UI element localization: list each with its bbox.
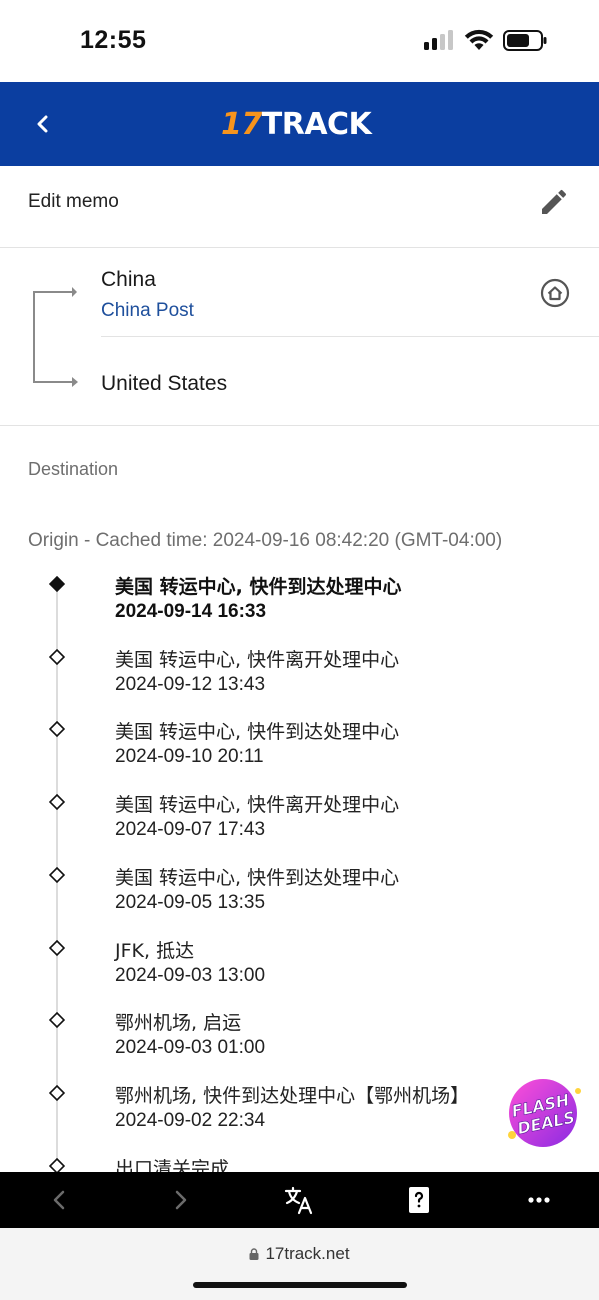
route-divider	[101, 336, 599, 337]
event-time: 2024-09-14 16:33	[115, 601, 267, 622]
route-section: China China Post United States	[0, 248, 599, 426]
edit-memo-label: Edit memo	[28, 191, 119, 212]
event-description: 出口清关完成	[115, 1157, 230, 1172]
event-time: 2024-09-05 13:35	[115, 891, 266, 913]
event-description: 鄂州机场, 启运	[115, 1012, 242, 1035]
timeline-event: 鄂州机场, 启运 2024-09-03 01:00	[0, 1002, 599, 1074]
event-time: 2024-09-12 13:43	[115, 673, 266, 695]
timeline-event: 美国 转运中心, 快件到达处理中心 2024-09-14 16:33	[0, 566, 599, 638]
pencil-icon[interactable]	[538, 186, 570, 218]
diamond-icon	[49, 1157, 65, 1172]
event-description: 美国 转运中心, 快件到达处理中心	[115, 576, 402, 598]
translate-icon[interactable]	[283, 1184, 315, 1216]
event-time: 2024-09-02 22:34	[115, 1109, 266, 1131]
timeline-event: JFK, 抵达 2024-09-03 13:00	[0, 930, 599, 1002]
lock-icon	[249, 1248, 259, 1260]
destination-label[interactable]: Destination	[28, 459, 118, 480]
status-time: 12:55	[80, 26, 147, 54]
timeline-event: 美国 转运中心, 快件离开处理中心 2024-09-12 13:43	[0, 639, 599, 711]
diamond-icon	[49, 939, 65, 956]
origin-cached-time: Origin - Cached time: 2024-09-16 08:42:2…	[28, 530, 503, 551]
browser-toolbar	[0, 1172, 599, 1228]
event-time: 2024-09-10 20:11	[115, 746, 264, 768]
back-chevron-icon[interactable]	[24, 104, 64, 144]
destination-country: United States	[101, 372, 228, 395]
logo-word: TRACK	[261, 106, 372, 142]
timeline-event: 美国 转运中心, 快件到达处理中心 2024-09-05 13:35	[0, 857, 599, 929]
home-indicator[interactable]	[193, 1282, 407, 1288]
more-icon[interactable]	[523, 1184, 555, 1216]
filled-diamond-icon	[49, 576, 65, 592]
event-description: 美国 转运中心, 快件离开处理中心	[115, 648, 400, 671]
app-header: 17 TRACK	[0, 82, 599, 166]
browser-back-icon[interactable]	[44, 1184, 76, 1216]
event-time: 2024-09-03 01:00	[115, 1037, 266, 1059]
home-icon[interactable]	[539, 277, 571, 309]
event-description: 美国 转运中心, 快件到达处理中心	[115, 721, 400, 744]
diamond-icon	[49, 721, 65, 738]
browser-forward-icon[interactable]	[164, 1184, 196, 1216]
address-bar[interactable]: 17track.net	[0, 1228, 599, 1300]
timeline-event: 美国 转运中心, 快件离开处理中心 2024-09-07 17:43	[0, 784, 599, 856]
url-display[interactable]: 17track.net	[0, 1244, 599, 1264]
status-bar: 12:55	[0, 0, 599, 82]
timeline-event: 美国 转运中心, 快件到达处理中心 2024-09-10 20:11	[0, 711, 599, 783]
carrier-link[interactable]: China Post	[101, 300, 194, 322]
event-time: 2024-09-03 13:00	[115, 964, 266, 986]
event-time: 2024-09-07 17:43	[115, 819, 266, 841]
diamond-icon	[49, 648, 65, 665]
wifi-icon	[464, 29, 494, 50]
url-text: 17track.net	[265, 1244, 350, 1263]
battery-icon	[503, 30, 547, 51]
event-description: 鄂州机场, 快件到达处理中心【鄂州机场】	[115, 1084, 470, 1107]
diamond-icon	[49, 1012, 65, 1029]
origin-country: China	[101, 268, 156, 291]
flash-deals-badge[interactable]: FLASH DEALS	[498, 1073, 586, 1153]
logo-number: 17	[221, 106, 262, 142]
event-description: 美国 转运中心, 快件到达处理中心	[115, 866, 400, 889]
diamond-icon	[49, 794, 65, 811]
help-card-icon[interactable]	[403, 1184, 435, 1216]
17track-logo: 17 TRACK	[221, 106, 372, 142]
route-arrow-icon	[33, 287, 78, 387]
event-description: JFK, 抵达	[115, 939, 195, 962]
diamond-icon	[49, 866, 65, 883]
cellular-signal-icon	[424, 30, 456, 50]
event-description: 美国 转运中心, 快件离开处理中心	[115, 794, 400, 817]
edit-memo-row[interactable]: Edit memo	[0, 166, 599, 248]
diamond-icon	[49, 1084, 65, 1101]
